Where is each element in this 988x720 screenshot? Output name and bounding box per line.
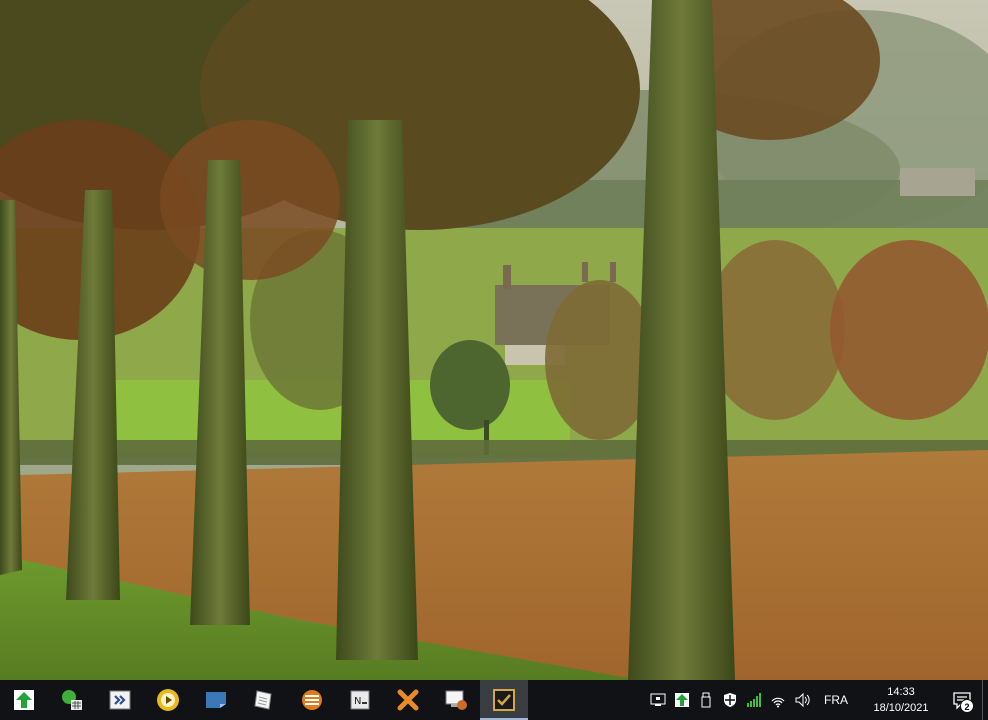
usb-drive-icon <box>701 692 711 708</box>
taskbar-app-notepad[interactable]: N <box>336 680 384 720</box>
tray-usb-drive[interactable] <box>694 680 718 720</box>
input-language[interactable]: FRA <box>814 680 860 720</box>
show-desktop-button[interactable] <box>982 680 988 720</box>
signal-bars-icon <box>747 693 761 707</box>
taskbar: N FRA 14:33 18/10/2021 2 <box>0 680 988 720</box>
white-paper-icon <box>254 690 272 710</box>
tray-wifi[interactable] <box>766 680 790 720</box>
monitor-record-icon <box>445 690 467 710</box>
green-globe-grid-icon <box>62 690 82 710</box>
taskbar-app-media-player[interactable] <box>144 680 192 720</box>
clock-time: 14:33 <box>887 686 915 698</box>
taskbar-app-remote-desktop[interactable] <box>96 680 144 720</box>
taskbar-app-document-editor[interactable] <box>240 680 288 720</box>
taskbar-app-tools[interactable] <box>384 680 432 720</box>
taskbar-app-sticky-notes[interactable] <box>192 680 240 720</box>
blue-note-icon <box>206 692 226 708</box>
green-arrow-icon <box>675 693 689 707</box>
tray-green-arrow[interactable] <box>670 680 694 720</box>
checkbox-icon <box>493 689 515 711</box>
system-clock[interactable]: 14:33 18/10/2021 <box>860 684 942 716</box>
orange-cross-icon <box>397 689 419 711</box>
taskbar-apps: N <box>0 680 528 720</box>
green-arrow-icon <box>14 690 34 710</box>
wifi-icon <box>771 697 785 708</box>
chevron-window-icon <box>109 690 131 710</box>
tray-signal[interactable] <box>742 680 766 720</box>
tray-security[interactable] <box>718 680 742 720</box>
volume-icon <box>795 692 810 708</box>
shield-icon <box>724 693 736 707</box>
display-icon <box>650 693 666 706</box>
tray-volume[interactable] <box>790 680 814 720</box>
system-tray: FRA 14:33 18/10/2021 2 <box>646 680 988 720</box>
wallpaper-image <box>0 0 988 680</box>
yellow-play-icon <box>157 689 179 711</box>
taskbar-app-tasks[interactable] <box>480 680 528 720</box>
taskbar-app-list[interactable] <box>288 680 336 720</box>
notification-count-badge: 2 <box>960 699 974 713</box>
taskbar-app-network-monitor[interactable] <box>48 680 96 720</box>
desktop-wallpaper[interactable] <box>0 0 988 680</box>
taskbar-app-screen-recorder[interactable] <box>432 680 480 720</box>
clock-date: 18/10/2021 <box>873 702 929 714</box>
orange-list-icon <box>302 690 322 710</box>
svg-text:N: N <box>354 696 361 707</box>
action-center-button[interactable]: 2 <box>942 680 982 720</box>
notepad-icon: N <box>350 690 370 710</box>
taskbar-app-green-arrow[interactable] <box>0 680 48 720</box>
tray-display[interactable] <box>646 680 670 720</box>
